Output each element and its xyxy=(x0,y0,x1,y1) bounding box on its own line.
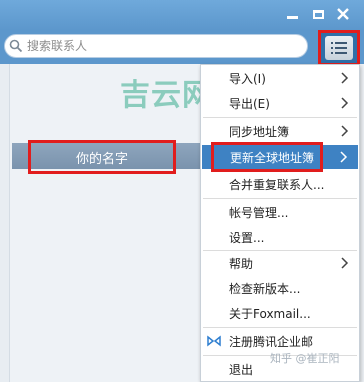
menu-item-help[interactable]: 帮助 xyxy=(201,251,359,275)
menu-item-account-management[interactable]: 帐号管理... xyxy=(201,200,359,224)
menu-separator xyxy=(203,327,357,328)
menu-item-label: 同步地址簿 xyxy=(229,124,290,139)
menu-item-merge-duplicates[interactable]: 合并重复联系人... xyxy=(201,172,359,196)
menu-item-label: 导出(E) xyxy=(229,96,270,111)
menu-item-label: 帐号管理... xyxy=(229,205,289,220)
toolbar xyxy=(0,30,364,66)
chevron-right-icon xyxy=(339,97,351,109)
chevron-right-icon xyxy=(339,72,351,84)
list-menu-icon xyxy=(331,42,347,54)
menu-item-label: 关于Foxmail... xyxy=(229,306,311,321)
search-box[interactable] xyxy=(4,34,308,58)
menu-item-check-updates[interactable]: 检查新版本... xyxy=(201,276,359,300)
search-input[interactable] xyxy=(27,39,297,53)
close-button[interactable] xyxy=(333,5,353,23)
tencent-exmail-icon xyxy=(207,334,221,348)
menu-item-label: 注册腾讯企业邮 xyxy=(229,334,314,349)
credit-watermark: 知乎 @崔正阳 xyxy=(270,352,340,365)
menu-item-label: 设置... xyxy=(229,230,265,245)
main-menu-button[interactable] xyxy=(318,30,360,66)
menu-item-label: 导入(I) xyxy=(229,71,266,86)
minimize-icon xyxy=(286,16,298,19)
menu-item-export[interactable]: 导出(E) xyxy=(201,91,359,115)
main-menu-dropdown: 导入(I) 导出(E) 同步地址簿 更新全球地址簿 合并重复联系人... 帐号管… xyxy=(200,64,360,382)
chevron-right-icon xyxy=(339,257,351,269)
pane-divider xyxy=(0,64,10,382)
menu-item-label: 合并重复联系人... xyxy=(229,177,325,192)
title-bar xyxy=(0,0,364,30)
chevron-right-icon xyxy=(338,151,350,163)
chevron-right-icon xyxy=(339,125,351,137)
minimize-button[interactable] xyxy=(282,5,302,23)
contact-name[interactable]: 你的名字 xyxy=(28,140,176,174)
menu-item-label: 帮助 xyxy=(229,256,254,271)
close-icon xyxy=(337,8,349,20)
menu-item-label: 检查新版本... xyxy=(229,281,301,296)
menu-item-settings[interactable]: 设置... xyxy=(201,225,359,249)
maximize-button[interactable] xyxy=(308,5,328,23)
menu-item-import[interactable]: 导入(I) xyxy=(201,66,359,90)
menu-item-about[interactable]: 关于Foxmail... xyxy=(201,301,359,325)
menu-separator xyxy=(203,117,357,118)
maximize-icon xyxy=(312,9,324,19)
menu-separator xyxy=(203,198,357,199)
menu-item-label: 退出 xyxy=(229,362,254,377)
search-icon xyxy=(9,39,23,53)
annotation-highlight-box xyxy=(211,142,323,172)
menu-item-sync-address-book[interactable]: 同步地址簿 xyxy=(201,119,359,143)
